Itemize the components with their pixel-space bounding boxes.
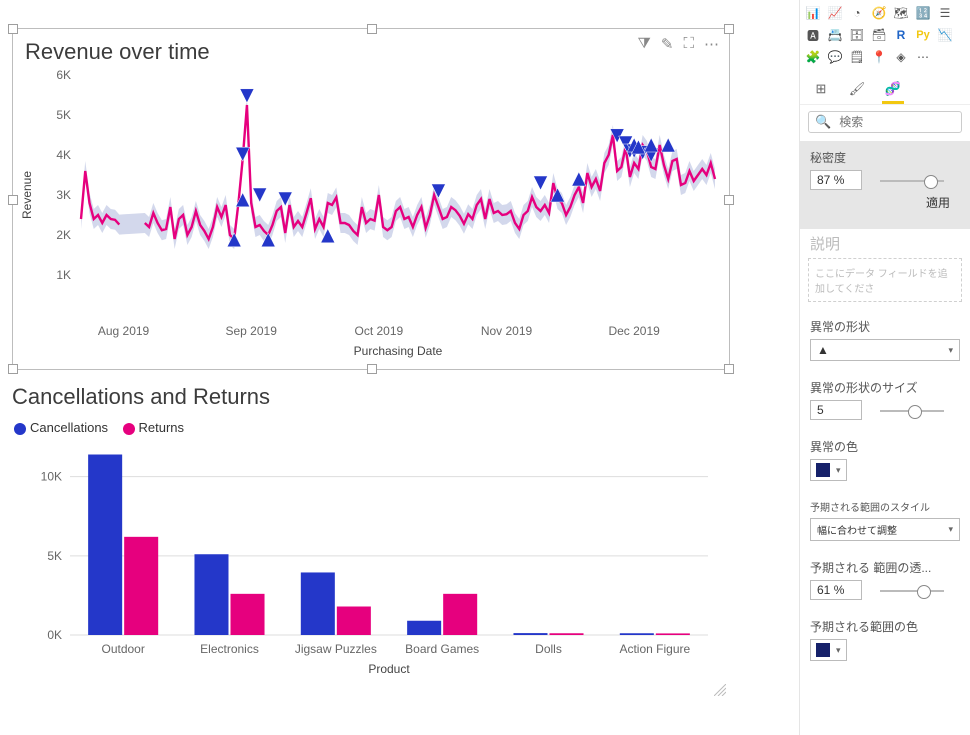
viz-type-icon[interactable]: 📉 xyxy=(936,26,954,44)
svg-text:5K: 5K xyxy=(56,108,71,122)
focus-mode-icon[interactable]: ⛶ xyxy=(683,35,694,53)
search-icon: 🔍 xyxy=(815,114,831,130)
viz-type-icon[interactable]: 🗄 xyxy=(848,26,866,44)
svg-text:Board Games: Board Games xyxy=(405,642,479,656)
search-input[interactable] xyxy=(837,114,970,130)
legend-series-0: Cancellations xyxy=(30,420,108,435)
viz-type-icon[interactable]: 🅰 xyxy=(804,26,822,44)
revenue-chart-title: Revenue over time xyxy=(13,29,729,65)
expected-style-select[interactable]: 幅に合わせて調整▾ xyxy=(810,518,960,541)
tab-fields[interactable]: ⊞ xyxy=(812,78,830,100)
revenue-chart-plot: 1K 2K 3K 4K 5K 6K Revenue Aug 2019 Sep 2019 Oct 2… xyxy=(13,65,729,365)
svg-text:10K: 10K xyxy=(41,470,62,484)
tab-analytics[interactable]: 🧬 xyxy=(884,78,902,100)
viz-type-icon[interactable]: 🗃 xyxy=(870,26,888,44)
viz-type-icon[interactable]: 🗒 xyxy=(848,48,866,66)
svg-text:Action Figure: Action Figure xyxy=(619,642,690,656)
expected-color-label: 予期される範囲の色 xyxy=(810,618,960,635)
viz-type-icon[interactable]: ◈ xyxy=(892,48,910,66)
anomaly-shape-size-value[interactable]: 5 xyxy=(810,400,862,420)
svg-text:2K: 2K xyxy=(56,228,71,242)
search-input-wrapper[interactable]: 🔍 xyxy=(808,111,962,133)
format-pane: 📊📈◔🧭🗺🔢☰ 🅰📇🗄🗃RPy📉 🧩💬🗒📍◈⋯ ⊞ 🖌 🧬 🔍 秘密度 87 % 適… xyxy=(799,0,970,735)
tab-format[interactable]: 🖌 xyxy=(848,78,866,100)
viz-type-icon[interactable]: ☰ xyxy=(936,4,954,22)
more-options-icon[interactable]: ⋯ xyxy=(704,35,719,53)
svg-text:Dolls: Dolls xyxy=(535,642,562,656)
chevron-down-icon: ▾ xyxy=(948,524,953,535)
sensitivity-label: 秘密度 xyxy=(810,149,960,166)
cancellations-bar-visual[interactable]: Cancellations and Returns Cancellations … xyxy=(12,378,728,698)
anomaly-shape-size-slider[interactable] xyxy=(880,404,944,418)
viz-type-icon[interactable]: 🧭 xyxy=(870,4,888,22)
cancellations-legend: Cancellations Returns xyxy=(12,412,728,435)
viz-type-icon[interactable]: R xyxy=(892,26,910,44)
explanation-label: 説明 xyxy=(800,233,970,254)
svg-text:Oct 2019: Oct 2019 xyxy=(355,324,404,338)
svg-text:Purchasing Date: Purchasing Date xyxy=(354,344,443,358)
viz-type-icon[interactable]: 📈 xyxy=(826,4,844,22)
viz-type-icon[interactable]: Py xyxy=(914,26,932,44)
svg-text:0K: 0K xyxy=(47,628,62,642)
viz-type-icon[interactable]: ◔ xyxy=(848,4,866,22)
svg-text:Outdoor: Outdoor xyxy=(101,642,144,656)
visualizations-gallery: 📊📈◔🧭🗺🔢☰ 🅰📇🗄🗃RPy📉 🧩💬🗒📍◈⋯ xyxy=(800,0,970,72)
svg-text:3K: 3K xyxy=(56,188,71,202)
chevron-down-icon: ▾ xyxy=(836,645,841,656)
viz-type-icon[interactable]: 💬 xyxy=(826,48,844,66)
svg-text:4K: 4K xyxy=(56,148,71,162)
svg-text:Product: Product xyxy=(368,662,410,676)
sensitivity-group: 秘密度 87 % 適用 xyxy=(800,141,970,229)
resize-grip-icon xyxy=(714,684,726,696)
svg-text:Electronics: Electronics xyxy=(200,642,259,656)
sensitivity-slider[interactable] xyxy=(880,174,944,188)
cancellations-chart-title: Cancellations and Returns xyxy=(12,378,728,412)
expected-color-picker[interactable]: ▾ xyxy=(810,639,847,661)
anomaly-color-label: 異常の色 xyxy=(810,438,960,455)
anomaly-color-picker[interactable]: ▾ xyxy=(810,459,847,481)
viz-type-icon[interactable]: 📍 xyxy=(870,48,888,66)
viz-type-icon[interactable]: ⋯ xyxy=(914,48,932,66)
filter-icon[interactable]: ⧩ xyxy=(638,35,651,53)
pencil-icon[interactable]: ✎ xyxy=(661,35,674,53)
viz-type-icon[interactable]: 🧩 xyxy=(804,48,822,66)
anomaly-shape-size-label: 異常の形状のサイズ xyxy=(810,379,960,396)
chevron-down-icon: ▾ xyxy=(836,465,841,476)
explanation-fieldwell[interactable]: ここにデータ フィールドを追加してくださ xyxy=(808,258,962,302)
apply-button[interactable]: 適用 xyxy=(926,196,950,210)
viz-type-icon[interactable]: 🔢 xyxy=(914,4,932,22)
expected-style-label: 予期される範囲のスタイル xyxy=(810,499,960,514)
sensitivity-value[interactable]: 87 % xyxy=(810,170,862,190)
viz-type-icon[interactable]: 📇 xyxy=(826,26,844,44)
svg-text:1K: 1K xyxy=(56,268,71,282)
expected-opacity-value[interactable]: 61 % xyxy=(810,580,862,600)
svg-text:Revenue: Revenue xyxy=(20,171,34,219)
svg-text:5K: 5K xyxy=(47,549,62,563)
pane-tabs: ⊞ 🖌 🧬 xyxy=(800,72,970,105)
revenue-line-visual[interactable]: ⧩ ✎ ⛶ ⋯ Revenue over time 1K 2K 3K 4K 5K 6K Re… xyxy=(12,28,730,370)
chevron-down-icon: ▾ xyxy=(948,345,953,356)
viz-type-icon[interactable]: 🗺 xyxy=(892,4,910,22)
viz-type-icon[interactable]: 📊 xyxy=(804,4,822,22)
svg-text:Dec 2019: Dec 2019 xyxy=(608,324,660,338)
anomaly-shape-label: 異常の形状 xyxy=(810,318,960,335)
svg-text:Sep 2019: Sep 2019 xyxy=(226,324,278,338)
svg-text:6K: 6K xyxy=(56,68,71,82)
anomaly-shape-select[interactable]: ▲▾ xyxy=(810,339,960,361)
expected-opacity-label: 予期される 範囲の透... xyxy=(810,559,960,576)
legend-series-1: Returns xyxy=(139,420,185,435)
svg-text:Aug 2019: Aug 2019 xyxy=(98,324,150,338)
cancellations-chart-plot: 0K 5K 10K Outdoor Electronics Jigsaw Puzzles B… xyxy=(12,435,728,685)
svg-text:Nov 2019: Nov 2019 xyxy=(481,324,533,338)
svg-text:Jigsaw Puzzles: Jigsaw Puzzles xyxy=(295,642,377,656)
expected-opacity-slider[interactable] xyxy=(880,584,944,598)
